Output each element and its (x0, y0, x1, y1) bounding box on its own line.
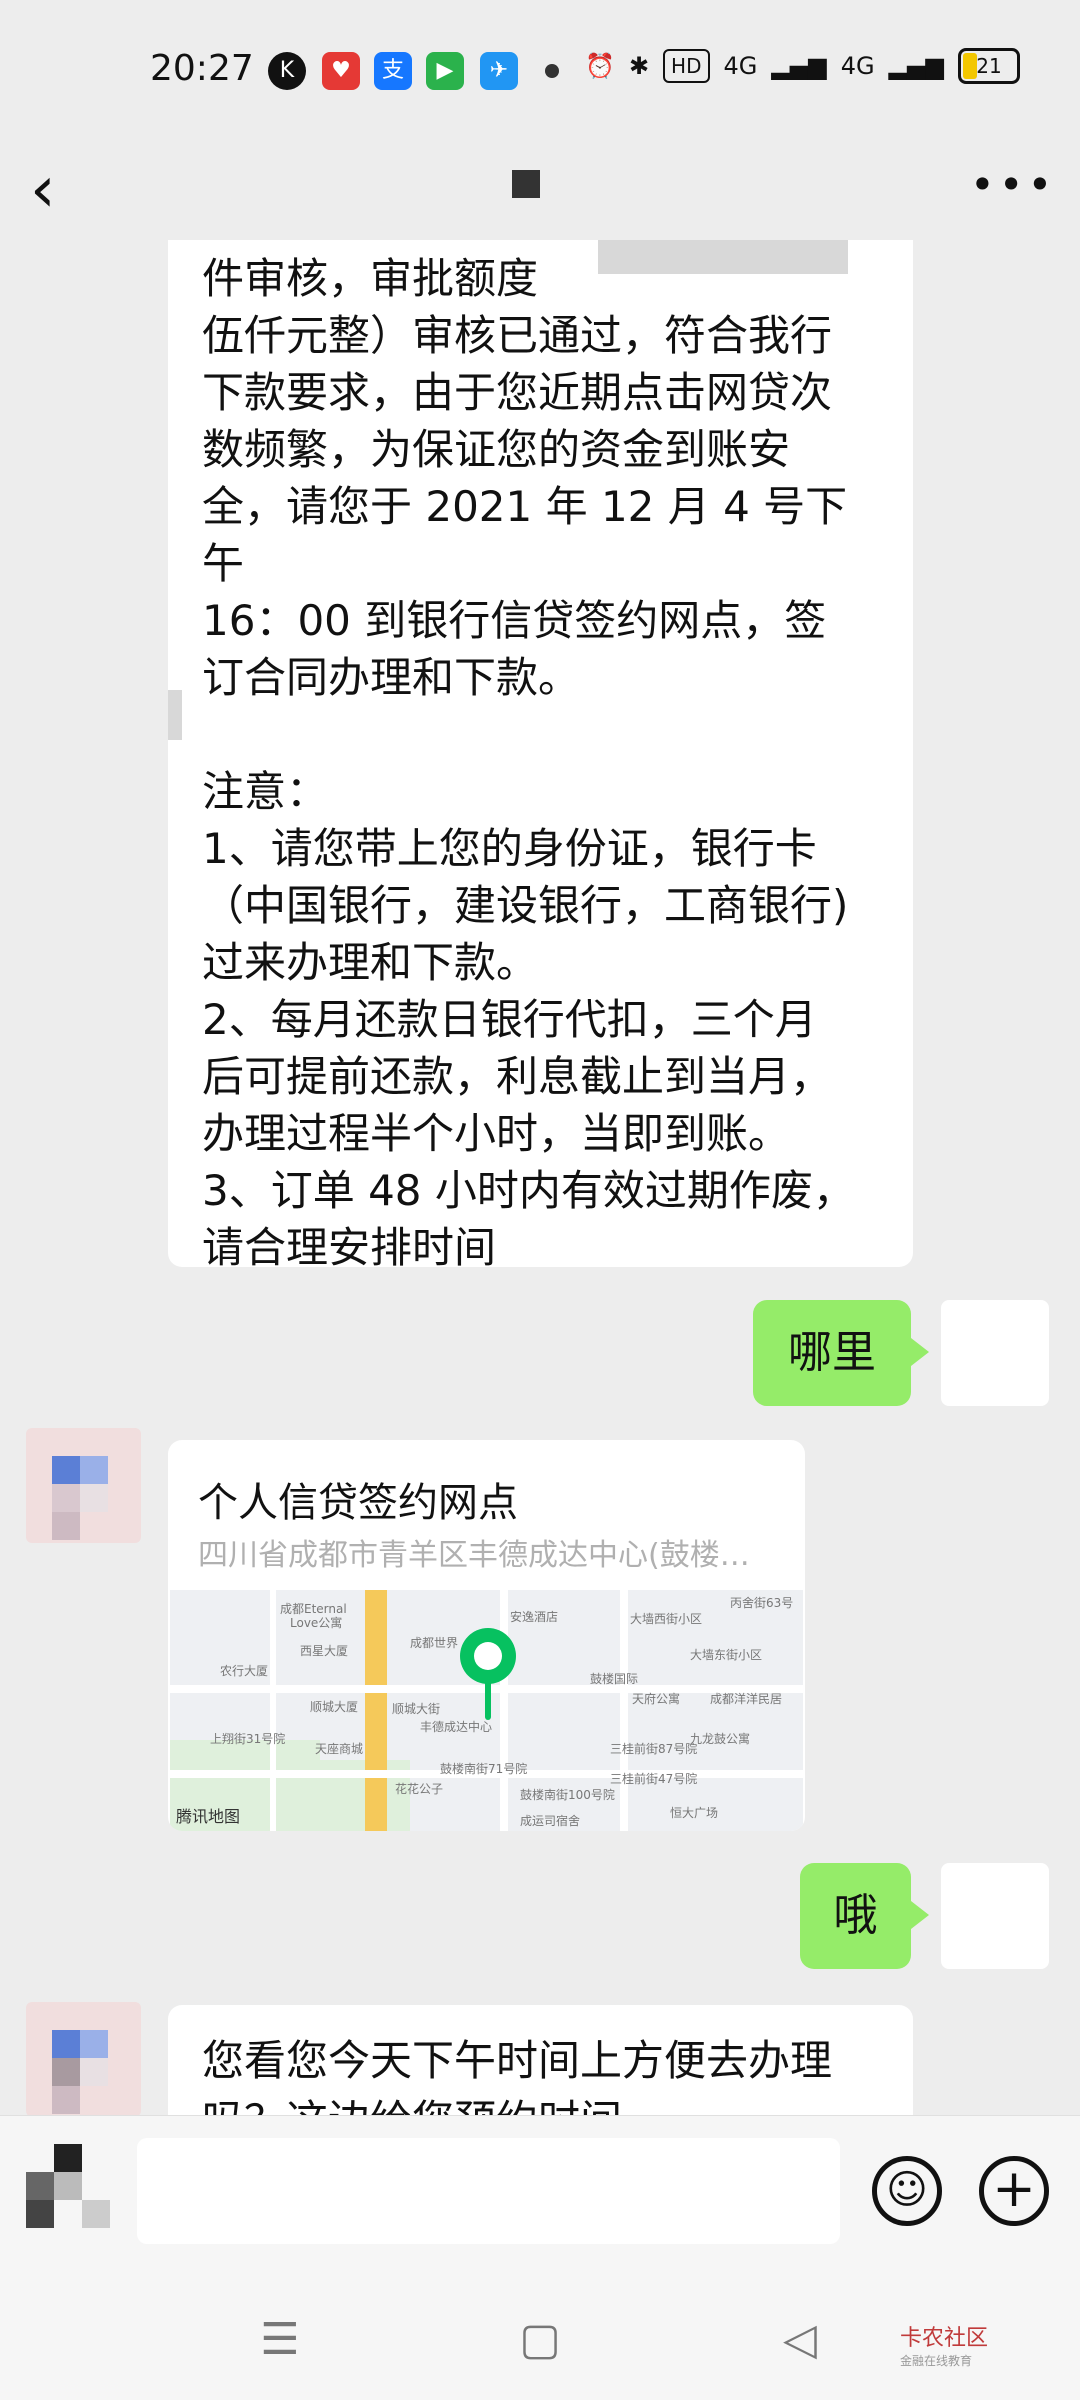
system-navigation-bar: ☰ ▢ ◁ 卡农社区 金融在线教育 (0, 2280, 1080, 2400)
notice-line: 伍仟元整）审核已通过，符合我行 (202, 311, 833, 360)
app-k-icon: K (268, 52, 306, 90)
notice-line: 2、每月还款日银行代扣，三个月 (202, 995, 817, 1044)
bluetooth-icon: ✱ (628, 52, 650, 80)
contact-avatar[interactable] (26, 1428, 141, 1543)
plane-app-icon: ✈ (480, 52, 518, 90)
notification-dot-icon (545, 64, 559, 78)
my-avatar[interactable] (941, 1300, 1049, 1406)
notice-line: 下款要求，由于您近期点击网贷次 (202, 368, 833, 417)
loan-notice-text: 件审核，审批额度 伍仟元整）审核已通过，符合我行 下款要求，由于您近期点击网贷次 数频… (202, 250, 879, 1276)
map-preview[interactable]: 成都Eternal Love公寓 西星大厦 农行大厦 顺城大厦 天座商城 上翔街… (170, 1590, 803, 1831)
redacted-edge (168, 690, 182, 740)
notice-line: 1、请您带上您的身份证，银行卡 (202, 824, 817, 873)
back-chevron-icon[interactable]: ‹ (30, 150, 100, 230)
signal-4g-2: 4G (840, 52, 875, 80)
contact-avatar[interactable] (26, 2002, 141, 2115)
notice-line: 注意： (202, 767, 329, 816)
location-title: 个人信贷签约网点 (198, 1480, 518, 1526)
notice-line: 订合同办理和下款。 (202, 653, 581, 702)
signal-bars-icon-2: ▂▄▆ (888, 52, 944, 80)
my-message-where[interactable]: 哪里 (753, 1300, 929, 1406)
status-bar: 20:27 K ♥ 支 ▶ ✈ ⏰ ✱ HD 4G ▂▄▆ 4G ▂▄▆ 21 (0, 0, 1080, 140)
my-avatar[interactable] (941, 1863, 1049, 1969)
message-input[interactable] (137, 2138, 840, 2244)
emoji-icon[interactable]: ☺ (872, 2156, 942, 2226)
voice-toggle-icon[interactable] (26, 2144, 110, 2228)
back-triangle-icon[interactable]: ◁ (770, 2310, 830, 2370)
notice-line: 请合理安排时间 (202, 1223, 497, 1272)
notice-line: 数频繁，为保证您的资金到账安 (202, 425, 791, 474)
watermark: 卡农社区 金融在线教育 (900, 2320, 988, 2369)
home-square-icon[interactable]: ▢ (510, 2310, 570, 2370)
map-pin-icon (460, 1628, 516, 1684)
appointment-text: 您看您今天下午时间上方便去办理吗？这边给您预约时间 (202, 2036, 833, 2115)
video-app-icon: ▶ (426, 52, 464, 90)
message-bubble-appointment[interactable]: 您看您今天下午时间上方便去办理吗？这边给您预约时间 (168, 2005, 913, 2115)
app-heart-icon: ♥ (322, 52, 360, 90)
battery-icon: 21 (958, 48, 1020, 84)
notice-line: 全，请您于 2021 年 12 月 4 号下午 (202, 482, 848, 588)
location-card[interactable]: 个人信贷签约网点 四川省成都市青羊区丰德成达中心(鼓楼… 成都Eternal L… (168, 1440, 805, 1831)
battery-level: 21 (976, 54, 1002, 78)
message-bubble-loan-notice[interactable]: 件审核，审批额度 伍仟元整）审核已通过，符合我行 下款要求，由于您近期点击网贷次 数频… (168, 240, 913, 1272)
chat-area[interactable]: 件审核，审批额度 伍仟元整）审核已通过，符合我行 下款要求，由于您近期点击网贷次 数频… (0, 240, 1080, 2115)
redacted-amount (598, 240, 848, 274)
chat-input-bar: ☺ + (0, 2115, 1080, 2281)
menu-icon[interactable]: ☰ (250, 2310, 310, 2370)
notice-line: 16：00 到银行信贷签约网点，签 (202, 596, 827, 645)
map-pin-stem (485, 1678, 491, 1720)
chat-header: ‹ ••• (0, 140, 1080, 240)
location-address: 四川省成都市青羊区丰德成达中心(鼓楼… (198, 1538, 750, 1573)
status-time: 20:27 (150, 48, 254, 89)
alipay-icon: 支 (374, 52, 412, 90)
main-road (365, 1590, 387, 1831)
notice-line (202, 706, 879, 763)
chat-title-redacted (512, 170, 540, 198)
notice-line: （中国银行，建设银行，工商银行) (202, 881, 849, 930)
hd-badge: HD (663, 49, 710, 83)
watermark-sub: 金融在线教育 (900, 2354, 973, 2368)
plus-icon[interactable]: + (979, 2156, 1049, 2226)
notice-line: 3、订单 48 小时内有效过期作废， (202, 1166, 855, 1215)
notice-line: 办理过程半个小时，当即到账。 (202, 1109, 791, 1158)
signal-4g-1: 4G (723, 52, 758, 80)
system-status-icons: ⏰ ✱ HD 4G ▂▄▆ 4G ▂▄▆ 21 (585, 48, 1020, 84)
my-message-oh[interactable]: 哦 (800, 1863, 929, 1969)
alarm-icon: ⏰ (585, 52, 615, 80)
notice-line: 过来办理和下款。 (202, 938, 539, 987)
watermark-name: 卡农社区 (900, 2326, 989, 2351)
notice-line: 后可提前还款，利息截止到当月， (202, 1052, 833, 1101)
more-options-icon[interactable]: ••• (970, 150, 1052, 230)
map-provider-logo: 腾讯地图 (176, 1807, 241, 1826)
signal-bars-icon: ▂▄▆ (771, 52, 827, 80)
